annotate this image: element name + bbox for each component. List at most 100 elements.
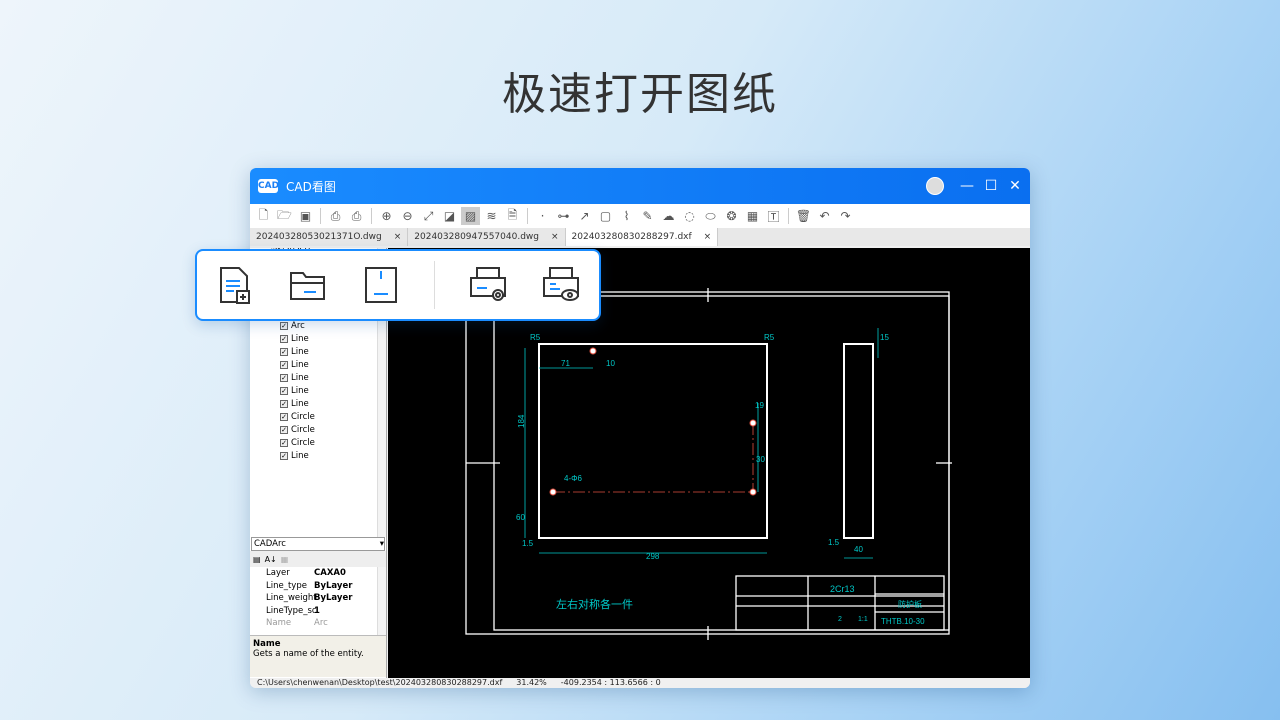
open-folder-icon[interactable]: 🗁: [275, 207, 294, 225]
line-measure-icon[interactable]: ⊶: [554, 207, 573, 225]
open-folder-icon[interactable]: [288, 265, 328, 305]
new-file-icon[interactable]: [215, 265, 255, 305]
tree-item-label: Line: [291, 386, 309, 396]
tree-item-checkbox[interactable]: ✓: [280, 400, 288, 408]
print-preview-icon[interactable]: ⎙: [347, 207, 366, 225]
property-scrollbar[interactable]: [377, 567, 386, 635]
tree-item-label: Line: [291, 399, 309, 409]
tree-item-checkbox[interactable]: ✓: [280, 439, 288, 447]
revision-cloud-icon[interactable]: ❂: [722, 207, 741, 225]
layers-icon[interactable]: ≋: [482, 207, 501, 225]
tree-item-checkbox[interactable]: ✓: [280, 374, 288, 382]
property-description: Name Gets a name of the entity.: [250, 635, 386, 677]
status-zoom: 31.42%: [516, 678, 547, 688]
point-icon[interactable]: ·: [533, 207, 552, 225]
tree-item[interactable]: ✓Circle: [280, 436, 315, 449]
print-icon[interactable]: [468, 265, 508, 305]
close-icon[interactable]: ✕: [1008, 178, 1022, 194]
chevron-down-icon: ▾: [380, 539, 384, 549]
property-row[interactable]: NameArc: [250, 617, 386, 630]
tree-item-label: Line: [291, 451, 309, 461]
tree-item[interactable]: ✓Circle: [280, 410, 315, 423]
status-file-path: C:\Users\chenwenan\Desktop\test\20240328…: [257, 678, 502, 688]
arrow-icon[interactable]: ↗: [575, 207, 594, 225]
undo-icon[interactable]: ↶: [815, 207, 834, 225]
sort-alpha-icon[interactable]: A↓: [265, 555, 277, 564]
tree-item-checkbox[interactable]: ✓: [280, 387, 288, 395]
material-text: 2Cr13: [830, 584, 855, 594]
tree-item-checkbox[interactable]: ✓: [280, 361, 288, 369]
redo-icon[interactable]: ↷: [836, 207, 855, 225]
delete-icon[interactable]: 🗑: [794, 207, 813, 225]
categorized-icon[interactable]: ▤: [253, 555, 261, 564]
tree-item-checkbox[interactable]: ✓: [280, 322, 288, 330]
user-avatar[interactable]: [926, 177, 944, 195]
property-row[interactable]: LineType_sc1: [250, 605, 386, 618]
page-headline: 极速打开图纸: [0, 58, 1280, 122]
tree-item-checkbox[interactable]: ✓: [280, 335, 288, 343]
tree-item[interactable]: ✓Line: [280, 384, 309, 397]
tree-item[interactable]: ✓Line: [280, 345, 309, 358]
tab-file-2[interactable]: 202403280947557040.dwg ×: [408, 228, 565, 246]
plate-front-view: [539, 344, 767, 538]
cloud-icon[interactable]: ☁: [659, 207, 678, 225]
circle-markup-icon[interactable]: ◌: [680, 207, 699, 225]
tree-item-label: Line: [291, 347, 309, 357]
tree-item-label: Circle: [291, 438, 315, 448]
sketch-icon[interactable]: ✎: [638, 207, 657, 225]
tree-item[interactable]: ✓Line: [280, 397, 309, 410]
plate-side-view: [844, 344, 873, 538]
tree-item-label: Line: [291, 373, 309, 383]
tree-item-checkbox[interactable]: ✓: [280, 452, 288, 460]
print-preview-icon[interactable]: [541, 265, 581, 305]
tree-item-checkbox[interactable]: ✓: [280, 413, 288, 421]
property-row[interactable]: Line_typeByLayer: [250, 580, 386, 593]
dim-text: 40: [854, 545, 863, 554]
tree-item[interactable]: ✓Line: [280, 332, 309, 345]
hatch-icon[interactable]: ▦: [743, 207, 762, 225]
polyline-icon[interactable]: ⌇: [617, 207, 636, 225]
properties-icon[interactable]: 🗎: [503, 207, 522, 225]
dim-text: 1.5: [522, 539, 534, 548]
tree-item[interactable]: ✓Circle: [280, 423, 315, 436]
rectangle-icon[interactable]: ▢: [596, 207, 615, 225]
dim-text: 19: [755, 401, 764, 410]
zoom-out-icon[interactable]: ⊖: [398, 207, 417, 225]
tab-close-icon[interactable]: ×: [704, 232, 712, 242]
entity-type-select[interactable]: CADArc▾: [251, 537, 385, 551]
tree-item-label: Circle: [291, 425, 315, 435]
drawing-number-text: THTB.10-30: [881, 617, 925, 626]
zoom-extents-icon[interactable]: ⤢: [419, 207, 438, 225]
property-row[interactable]: LayerCAXA0: [250, 567, 386, 580]
zoom-in-icon[interactable]: ⊕: [377, 207, 396, 225]
tree-item-label: Arc: [291, 321, 305, 331]
save-icon[interactable]: ▣: [296, 207, 315, 225]
tree-item-checkbox[interactable]: ✓: [280, 426, 288, 434]
new-file-icon[interactable]: 🗋: [254, 207, 273, 225]
ellipse-markup-icon[interactable]: ⬭: [701, 207, 720, 225]
description-title: Name: [253, 639, 383, 649]
part-name-text: 防护板: [898, 599, 922, 609]
scale-text: 1:1: [858, 616, 868, 623]
tab-close-icon[interactable]: ×: [394, 232, 402, 242]
tab-file-3[interactable]: 202403280830288297.dxf×: [566, 228, 719, 246]
minimize-icon[interactable]: —: [960, 178, 974, 194]
tab-label: 202403280947557040.dwg: [414, 232, 539, 242]
pan-icon[interactable]: ▨: [461, 207, 480, 225]
status-coordinates: -409.2354 : 113.6566 : 0: [561, 678, 661, 688]
zoom-window-icon[interactable]: ◪: [440, 207, 459, 225]
tree-item-label: Circle: [291, 412, 315, 422]
tree-item[interactable]: ✓Line: [280, 449, 309, 462]
property-pages-icon[interactable]: ▦: [281, 555, 289, 564]
tab-file-1[interactable]: 20240328053021371O.dwg×: [250, 228, 408, 246]
print-icon[interactable]: ⎙: [326, 207, 345, 225]
tree-item-label: Line: [291, 334, 309, 344]
tree-item[interactable]: ✓Line: [280, 358, 309, 371]
text-icon[interactable]: 🅃: [764, 207, 783, 225]
maximize-icon[interactable]: ☐: [984, 178, 998, 194]
property-row[interactable]: Line_weightByLayer: [250, 592, 386, 605]
tab-close-icon[interactable]: ×: [551, 232, 559, 242]
save-icon[interactable]: [361, 265, 401, 305]
tree-item[interactable]: ✓Line: [280, 371, 309, 384]
tree-item-checkbox[interactable]: ✓: [280, 348, 288, 356]
